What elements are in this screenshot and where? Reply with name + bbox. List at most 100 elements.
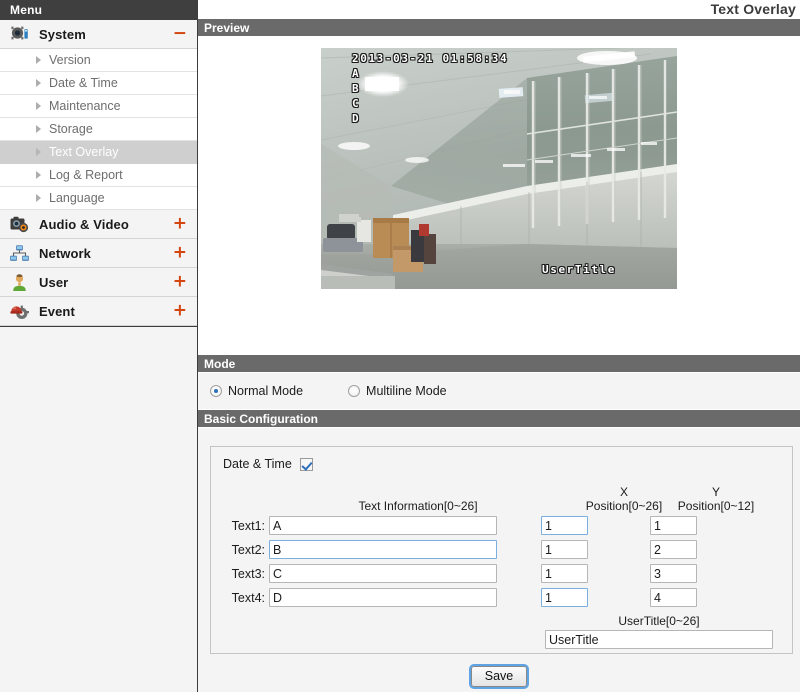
basic-config-section-header: Basic Configuration	[198, 409, 800, 428]
radio-indicator[interactable]	[348, 385, 361, 397]
text1-input[interactable]	[269, 516, 497, 535]
sidebar-category-label: User	[39, 274, 69, 290]
chevron-right-icon	[36, 171, 41, 179]
text4-y-position-input[interactable]	[650, 588, 697, 607]
sidebar-category-label: System	[39, 26, 86, 42]
sidebar-category-network[interactable]: Network +	[0, 239, 197, 268]
row-label-text4: Text4:	[231, 590, 265, 605]
sidebar-category-system[interactable]: System −	[0, 20, 197, 49]
event-alarm-icon	[9, 302, 30, 321]
sidebar-item-label: Maintenance	[49, 99, 121, 113]
text3-input[interactable]	[269, 564, 497, 583]
expand-toggle-icon[interactable]: +	[173, 273, 187, 291]
config-fieldset: Date & Time Text Information[0~26] X Pos…	[210, 446, 793, 654]
text-row-1: Text1:	[223, 516, 780, 535]
sidebar-item-text-overlay[interactable]: Text Overlay	[0, 141, 197, 164]
osd-text3: C	[352, 97, 361, 110]
radio-indicator[interactable]	[210, 385, 222, 397]
chevron-right-icon	[36, 56, 41, 64]
user-icon	[9, 273, 30, 292]
y-position-header: Y Position[0~12]	[677, 485, 755, 513]
sidebar-item-language[interactable]: Language	[0, 187, 197, 210]
sidebar-item-label: Version	[49, 53, 91, 67]
text2-y-position-input[interactable]	[650, 540, 697, 559]
osd-text1: A	[352, 67, 361, 80]
row-label-text1: Text1:	[231, 518, 265, 533]
sidebar-category-label: Audio & Video	[39, 216, 129, 232]
text3-x-position-input[interactable]	[541, 564, 588, 583]
sidebar-category-label: Network	[39, 245, 91, 261]
date-time-checkbox[interactable]	[299, 457, 313, 471]
text-row-2: Text2:	[223, 540, 780, 559]
sidebar-item-maintenance[interactable]: Maintenance	[0, 95, 197, 118]
chevron-right-icon	[36, 79, 41, 87]
sidebar-item-label: Text Overlay	[49, 145, 119, 159]
text2-input[interactable]	[269, 540, 497, 559]
chevron-right-icon	[36, 125, 41, 133]
radio-multiline-mode[interactable]: Multiline Mode	[348, 384, 447, 398]
osd-datetime: 2013-03-21 01:58:34	[352, 52, 509, 65]
date-time-label: Date & Time	[223, 457, 292, 471]
usertitle-header: UserTitle[0~26]	[618, 614, 700, 628]
usertitle-input[interactable]	[545, 630, 773, 649]
chevron-right-icon	[36, 194, 41, 202]
osd-text2: B	[352, 82, 361, 95]
radio-normal-mode[interactable]: Normal Mode	[210, 384, 303, 398]
sidebar-item-storage[interactable]: Storage	[0, 118, 197, 141]
preview-section-header: Preview	[198, 18, 800, 37]
menu-header: Menu	[0, 0, 197, 20]
sidebar-item-label: Log & Report	[49, 168, 123, 182]
radio-label: Multiline Mode	[366, 384, 447, 398]
sidebar: Menu System − Version Date & Time Mainte…	[0, 0, 198, 692]
sidebar-category-label: Event	[39, 303, 75, 319]
collapse-toggle-icon[interactable]: −	[173, 25, 187, 43]
basic-config-body: Date & Time Text Information[0~26] X Pos…	[198, 428, 800, 692]
mode-body: Normal Mode Multiline Mode	[198, 373, 800, 409]
sidebar-item-version[interactable]: Version	[0, 49, 197, 72]
sidebar-item-label: Language	[49, 191, 105, 205]
page-title-bar: Text Overlay	[198, 0, 800, 18]
text1-y-position-input[interactable]	[650, 516, 697, 535]
system-gear-icon	[9, 25, 30, 44]
date-time-row: Date & Time	[223, 457, 780, 471]
sidebar-item-log-report[interactable]: Log & Report	[0, 164, 197, 187]
osd-text4: D	[352, 112, 361, 125]
text1-x-position-input[interactable]	[541, 516, 588, 535]
save-area: Save	[198, 654, 800, 692]
text3-y-position-input[interactable]	[650, 564, 697, 583]
sidebar-item-label: Storage	[49, 122, 93, 136]
text-row-3: Text3:	[223, 564, 780, 583]
camera-icon	[9, 215, 30, 234]
radio-label: Normal Mode	[228, 384, 304, 398]
osd-usertitle: UserTitle	[542, 263, 617, 276]
sidebar-category-audio-video[interactable]: Audio & Video +	[0, 210, 197, 239]
page-title: Text Overlay	[710, 1, 796, 17]
row-label-text3: Text3:	[231, 566, 265, 581]
main-content: Text Overlay Preview 2013-03-21 01:58:34…	[198, 0, 800, 692]
chevron-right-icon	[36, 148, 41, 156]
sidebar-category-user[interactable]: User +	[0, 268, 197, 297]
row-label-text2: Text2:	[231, 542, 265, 557]
text4-input[interactable]	[269, 588, 497, 607]
expand-toggle-icon[interactable]: +	[173, 215, 187, 233]
preview-body: 2013-03-21 01:58:34 A B C D UserTitle	[198, 37, 800, 354]
sidebar-item-date-time[interactable]: Date & Time	[0, 72, 197, 95]
sidebar-category-event[interactable]: Event +	[0, 297, 197, 326]
mode-section-header: Mode	[198, 354, 800, 373]
chevron-right-icon	[36, 102, 41, 110]
text2-x-position-input[interactable]	[541, 540, 588, 559]
text4-x-position-input[interactable]	[541, 588, 588, 607]
expand-toggle-icon[interactable]: +	[173, 302, 187, 320]
save-button[interactable]: Save	[468, 664, 530, 689]
camera-scene	[321, 48, 677, 289]
sidebar-item-label: Date & Time	[49, 76, 118, 90]
column-headers: Text Information[0~26] X Position[0~26] …	[223, 485, 780, 513]
camera-preview[interactable]: 2013-03-21 01:58:34 A B C D UserTitle	[321, 48, 677, 289]
network-icon	[9, 244, 30, 263]
text-information-header: Text Information[0~26]	[358, 499, 478, 513]
text-overlay-page: Menu System − Version Date & Time Mainte…	[0, 0, 800, 692]
text-row-4: Text4:	[223, 588, 780, 607]
expand-toggle-icon[interactable]: +	[173, 244, 187, 262]
x-position-header: X Position[0~26]	[585, 485, 663, 513]
sidebar-divider	[0, 326, 197, 327]
